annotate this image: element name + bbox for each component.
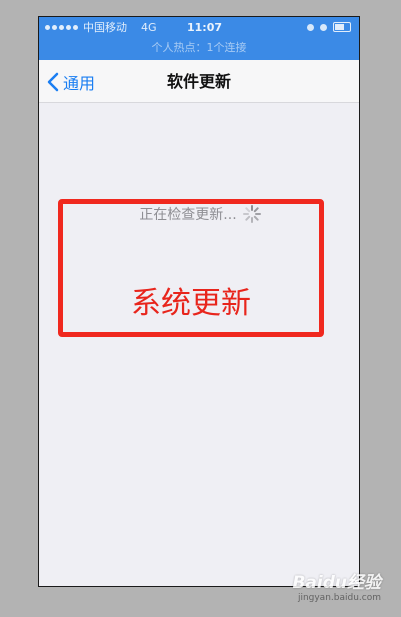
status-bar: 中国移动 4G 11:07 个人热点：1个连接 [39,17,359,60]
status-time: 11:07 [187,21,223,34]
alarm-icon [320,23,327,31]
battery-icon [333,22,351,32]
carrier-label: 中国移动 [83,21,127,34]
status-row: 中国移动 4G 11:07 [39,20,359,36]
watermark: Baidu经验 jingyan.baidu.com [292,568,381,603]
hotspot-banner[interactable]: 个人热点：1个连接 [39,39,359,55]
annotation-label: 系统更新 [131,286,251,321]
watermark-url: jingyan.baidu.com [297,593,381,603]
navigation-bar: 通用 软件更新 [39,60,359,103]
page-title: 软件更新 [166,72,231,91]
signal-strength-icon [45,25,78,30]
watermark-logo: Baidu经验 [292,573,381,593]
network-type: 4G [141,21,157,34]
rotation-lock-icon [307,23,314,31]
status-icons [307,22,351,32]
